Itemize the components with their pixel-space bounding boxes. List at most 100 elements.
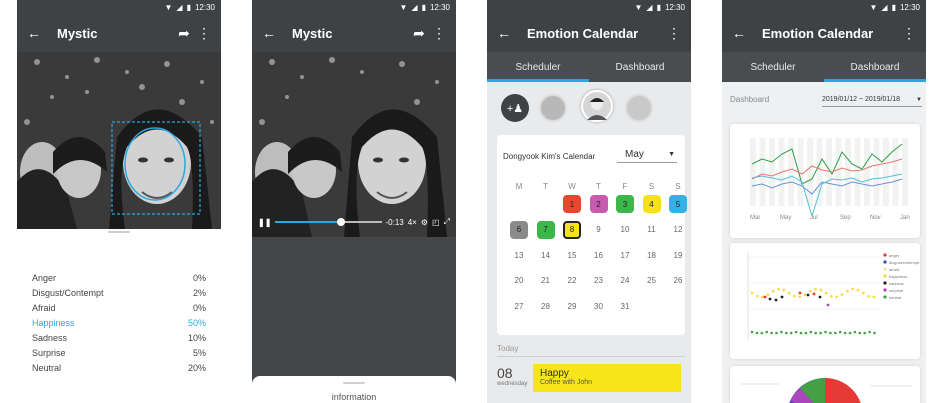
day-cell[interactable]: 15 bbox=[563, 246, 581, 264]
grid-band bbox=[854, 138, 861, 206]
pause-icon[interactable]: ❚❚ bbox=[258, 218, 271, 227]
day-cell[interactable]: 8 bbox=[563, 220, 581, 239]
add-person-icon: +♟ bbox=[506, 102, 524, 115]
more-menu-icon[interactable]: ⋮ bbox=[902, 25, 916, 42]
month-value: May bbox=[625, 149, 644, 160]
day-cell[interactable]: 21 bbox=[537, 272, 555, 290]
signal-icon: ◢ bbox=[646, 2, 653, 12]
day-cell[interactable]: 2 bbox=[589, 195, 608, 213]
day-cell[interactable]: 27 bbox=[510, 297, 528, 315]
weekday-label: M bbox=[515, 181, 523, 191]
x-tick-label: Nov bbox=[870, 215, 881, 221]
event-title: Happy bbox=[540, 368, 569, 379]
weekday-header: MTWTFSS bbox=[497, 180, 685, 192]
video-player[interactable]: ❚❚ -0:13 4× ⚙ ◰ ⤢ bbox=[252, 52, 456, 237]
day-cell[interactable]: 14 bbox=[537, 246, 555, 264]
scatter-point bbox=[798, 291, 802, 295]
day-cell[interactable]: 25 bbox=[643, 272, 661, 290]
status-bar: ▼ ◢ ▮ 12:30 bbox=[17, 0, 221, 14]
emotion-row: Sadness 10% bbox=[17, 330, 221, 345]
day-cell[interactable]: 17 bbox=[616, 246, 634, 264]
tab-scheduler[interactable]: Scheduler bbox=[487, 52, 589, 82]
battery-icon: ▮ bbox=[421, 2, 426, 12]
day-cell[interactable]: 12 bbox=[669, 221, 687, 239]
grid-band bbox=[883, 138, 889, 206]
battery-icon: ▮ bbox=[891, 2, 896, 12]
back-arrow-icon[interactable]: ← bbox=[27, 25, 41, 41]
scatter-point bbox=[789, 331, 793, 335]
share-icon[interactable]: ➦ bbox=[177, 25, 191, 42]
day-cell[interactable]: 19 bbox=[669, 246, 687, 264]
day-cell[interactable]: 16 bbox=[590, 246, 608, 264]
tab-dashboard[interactable]: Dashboard bbox=[589, 52, 691, 82]
calendar-title: Dongyook Kim's Calendar bbox=[503, 152, 596, 161]
x-tick-label: Sep bbox=[840, 215, 851, 221]
avatar[interactable] bbox=[625, 94, 653, 122]
fullscreen-icon[interactable]: ⤢ bbox=[444, 217, 450, 227]
grid-band bbox=[750, 138, 756, 206]
more-menu-icon[interactable]: ⋮ bbox=[432, 25, 446, 42]
event-card[interactable]: Happy Coffee with John bbox=[533, 364, 681, 392]
day-cell[interactable]: 3 bbox=[616, 195, 634, 213]
more-menu-icon[interactable]: ⋮ bbox=[667, 25, 681, 42]
scatter-point bbox=[777, 287, 780, 291]
information-sheet[interactable]: information bbox=[252, 376, 456, 403]
tab-dashboard[interactable]: Dashboard bbox=[824, 52, 926, 82]
day-cell[interactable]: 7 bbox=[536, 220, 555, 239]
back-arrow-icon[interactable]: ← bbox=[497, 25, 511, 41]
x-tick-label: Mar bbox=[750, 215, 760, 221]
day-cell[interactable]: 20 bbox=[510, 272, 528, 290]
day-cell[interactable]: 4 bbox=[642, 195, 661, 213]
date-range-select[interactable]: 2019/01/12 ~ 2019/01/18 ▼ bbox=[822, 93, 922, 107]
scatter-point bbox=[840, 293, 844, 296]
seek-handle[interactable] bbox=[337, 218, 346, 226]
day-cell[interactable]: 23 bbox=[590, 272, 608, 290]
day-cell[interactable]: 5 bbox=[669, 195, 687, 213]
sheet-handle[interactable] bbox=[343, 382, 365, 384]
wifi-icon: ▼ bbox=[399, 2, 408, 12]
day-cell[interactable]: 29 bbox=[563, 297, 581, 315]
day-cell[interactable]: 13 bbox=[510, 246, 528, 264]
back-arrow-icon[interactable]: ← bbox=[732, 25, 746, 41]
scatter-point bbox=[834, 331, 837, 335]
more-menu-icon[interactable]: ⋮ bbox=[197, 25, 211, 42]
status-time: 12:30 bbox=[664, 2, 685, 12]
day-cell[interactable]: 28 bbox=[537, 297, 555, 315]
add-person-button[interactable]: +♟ bbox=[501, 94, 529, 122]
signal-icon: ◢ bbox=[881, 2, 888, 12]
scatter-point bbox=[785, 331, 788, 335]
day-cell[interactable]: 24 bbox=[616, 272, 634, 290]
screen-mystic-analysis: ▼ ◢ ▮ 12:30 ← Mystic ➦ ⋮ Anger 0% Disgus… bbox=[17, 0, 221, 403]
seek-bar[interactable] bbox=[275, 218, 382, 226]
day-cell[interactable]: 31 bbox=[616, 297, 634, 315]
day-cell[interactable]: 30 bbox=[590, 297, 608, 315]
tab-scheduler[interactable]: Scheduler bbox=[722, 52, 824, 82]
legend-label: afraid bbox=[889, 267, 899, 272]
pip-icon[interactable]: ◰ bbox=[432, 218, 440, 227]
day-cell[interactable]: 18 bbox=[643, 246, 661, 264]
share-icon[interactable]: ➦ bbox=[412, 25, 426, 42]
day-cell[interactable]: 11 bbox=[643, 221, 661, 239]
avatar-selected[interactable] bbox=[581, 90, 613, 122]
scatter-point bbox=[750, 330, 754, 334]
tab-bar: Scheduler Dashboard bbox=[722, 52, 926, 82]
day-cell[interactable]: 9 bbox=[590, 221, 608, 239]
pie-slice bbox=[825, 378, 861, 403]
legend-label: sadness bbox=[889, 281, 904, 286]
day-cell[interactable]: 6 bbox=[510, 220, 528, 239]
scatter-point bbox=[838, 330, 842, 334]
grid-band bbox=[892, 138, 899, 206]
playback-speed[interactable]: 4× bbox=[408, 218, 417, 227]
day-cell[interactable]: 22 bbox=[563, 272, 581, 290]
sheet-handle[interactable] bbox=[108, 231, 130, 233]
day-cell[interactable]: 26 bbox=[669, 272, 687, 290]
day-cell[interactable]: 1 bbox=[563, 195, 581, 213]
emotion-list: Anger 0% Disgust/Contempt 2% Afraid 0% Happine… bbox=[17, 270, 221, 375]
settings-gear-icon[interactable]: ⚙ bbox=[421, 218, 428, 227]
month-select[interactable]: May ▼ bbox=[617, 147, 677, 163]
back-arrow-icon[interactable]: ← bbox=[262, 25, 276, 41]
weekday-label: F bbox=[622, 181, 628, 191]
day-cell[interactable]: 10 bbox=[616, 221, 634, 239]
avatar[interactable] bbox=[539, 94, 567, 122]
scatter-point bbox=[843, 331, 847, 335]
